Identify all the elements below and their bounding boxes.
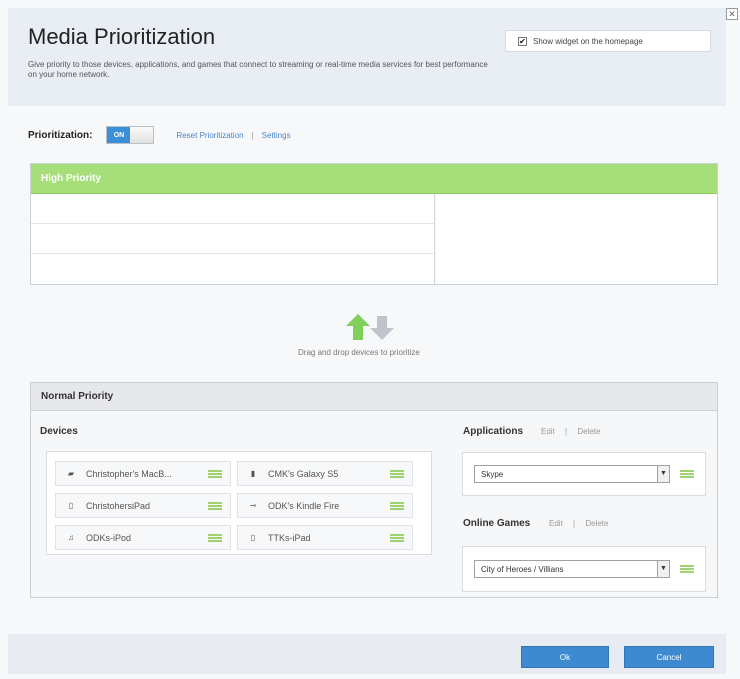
applications-actions: Edit | Delete xyxy=(541,427,600,436)
settings-link[interactable]: Settings xyxy=(262,131,291,140)
applications-delete-link[interactable]: Delete xyxy=(577,427,600,436)
high-priority-slot[interactable] xyxy=(31,194,434,224)
show-widget-label: Show widget on the homepage xyxy=(533,36,643,46)
applications-edit-link[interactable]: Edit xyxy=(541,427,555,436)
applications-select[interactable]: Skype ▼ xyxy=(474,465,670,483)
device-item[interactable]: ▰ Christopher's MacB... xyxy=(55,461,231,486)
device-name: ODKs-iPod xyxy=(86,532,132,543)
device-icon: ⊸ xyxy=(249,501,257,510)
online-games-box: City of Heroes / Villians ▼ xyxy=(462,546,706,592)
device-name: ChristohersiPad xyxy=(86,500,151,511)
online-games-actions: Edit | Delete xyxy=(549,519,608,528)
high-priority-header: High Priority xyxy=(31,164,717,194)
show-widget-option[interactable]: ✔ Show widget on the homepage xyxy=(505,30,711,52)
tablet-icon: ▯ xyxy=(250,533,256,542)
page-description: Give priority to those devices, applicat… xyxy=(28,60,488,79)
actions-separator: | xyxy=(573,519,576,528)
drag-handle-icon[interactable] xyxy=(208,469,222,478)
dropdown-arrow-icon[interactable]: ▼ xyxy=(657,561,669,577)
show-widget-checkbox[interactable]: ✔ xyxy=(518,36,527,46)
tablet-icon: ▯ xyxy=(68,501,74,510)
online-games-edit-link[interactable]: Edit xyxy=(549,519,563,528)
prioritization-toggle[interactable]: ON xyxy=(106,126,155,144)
drag-handle-icon[interactable] xyxy=(390,501,404,510)
drag-handle-icon[interactable] xyxy=(390,533,404,542)
device-name: ODK's Kindle Fire xyxy=(268,500,340,511)
footer-bar xyxy=(8,634,726,674)
device-item[interactable]: ⊸ ODK's Kindle Fire xyxy=(237,493,413,518)
phone-icon: ▮ xyxy=(250,469,256,478)
high-priority-app-area[interactable] xyxy=(436,194,717,284)
drag-handle-icon[interactable] xyxy=(208,501,222,510)
applications-box: Skype ▼ xyxy=(462,452,706,496)
toggle-knob xyxy=(130,127,154,143)
dialog-frame: ✕ Media Prioritization Give priority to … xyxy=(0,0,740,679)
toggle-on-label: ON xyxy=(107,127,131,143)
ok-button[interactable]: Ok xyxy=(521,646,609,668)
device-item[interactable]: ▯ ChristohersiPad xyxy=(55,493,231,518)
drag-handle-icon[interactable] xyxy=(208,533,222,542)
music-player-icon: ♫ xyxy=(68,533,74,542)
close-icon[interactable]: ✕ xyxy=(726,8,738,20)
reset-prioritization-link[interactable]: Reset Prioritization xyxy=(176,131,243,140)
online-games-label: Online Games xyxy=(463,518,531,529)
dropdown-arrow-icon[interactable]: ▼ xyxy=(657,466,669,482)
online-games-selected-value: City of Heroes / Villians xyxy=(481,564,564,574)
link-separator: | xyxy=(251,130,254,140)
device-item[interactable]: ♫ ODKs-iPod xyxy=(55,525,231,550)
drag-handle-icon[interactable] xyxy=(680,565,694,573)
devices-label: Devices xyxy=(40,426,78,437)
devices-list: ▰ Christopher's MacB... ▮ CMK's Galaxy S… xyxy=(46,451,432,555)
actions-separator: | xyxy=(565,427,568,436)
applications-selected-value: Skype xyxy=(481,469,504,479)
high-priority-slot[interactable] xyxy=(31,224,434,254)
device-name: CMK's Galaxy S5 xyxy=(268,468,339,479)
drag-handle-icon[interactable] xyxy=(680,470,694,478)
applications-label: Applications xyxy=(463,426,524,437)
device-name: Christopher's MacB... xyxy=(86,468,172,479)
high-priority-panel: High Priority xyxy=(30,163,718,285)
cancel-button[interactable]: Cancel xyxy=(624,646,714,668)
arrow-down-icon xyxy=(370,316,394,340)
drag-drop-hint: Drag and drop devices to prioritize xyxy=(298,348,420,357)
arrow-up-icon xyxy=(346,314,370,340)
high-priority-slot[interactable] xyxy=(31,254,434,284)
normal-priority-header: Normal Priority xyxy=(31,383,717,411)
drag-drop-arrows-icon xyxy=(346,314,394,340)
device-name: TTKs-iPad xyxy=(268,532,311,543)
page-title: Media Prioritization xyxy=(28,24,216,49)
prioritization-row: Prioritization: ON Reset Prioritization … xyxy=(28,125,291,145)
device-item[interactable]: ▯ TTKs-iPad xyxy=(237,525,413,550)
device-item[interactable]: ▮ CMK's Galaxy S5 xyxy=(237,461,413,486)
header-panel xyxy=(8,8,726,106)
high-priority-device-list[interactable] xyxy=(31,194,435,284)
online-games-select[interactable]: City of Heroes / Villians ▼ xyxy=(474,560,670,578)
online-games-delete-link[interactable]: Delete xyxy=(585,519,608,528)
laptop-icon: ▰ xyxy=(67,469,75,478)
drag-handle-icon[interactable] xyxy=(390,469,404,478)
prioritization-label: Prioritization: xyxy=(28,129,93,141)
